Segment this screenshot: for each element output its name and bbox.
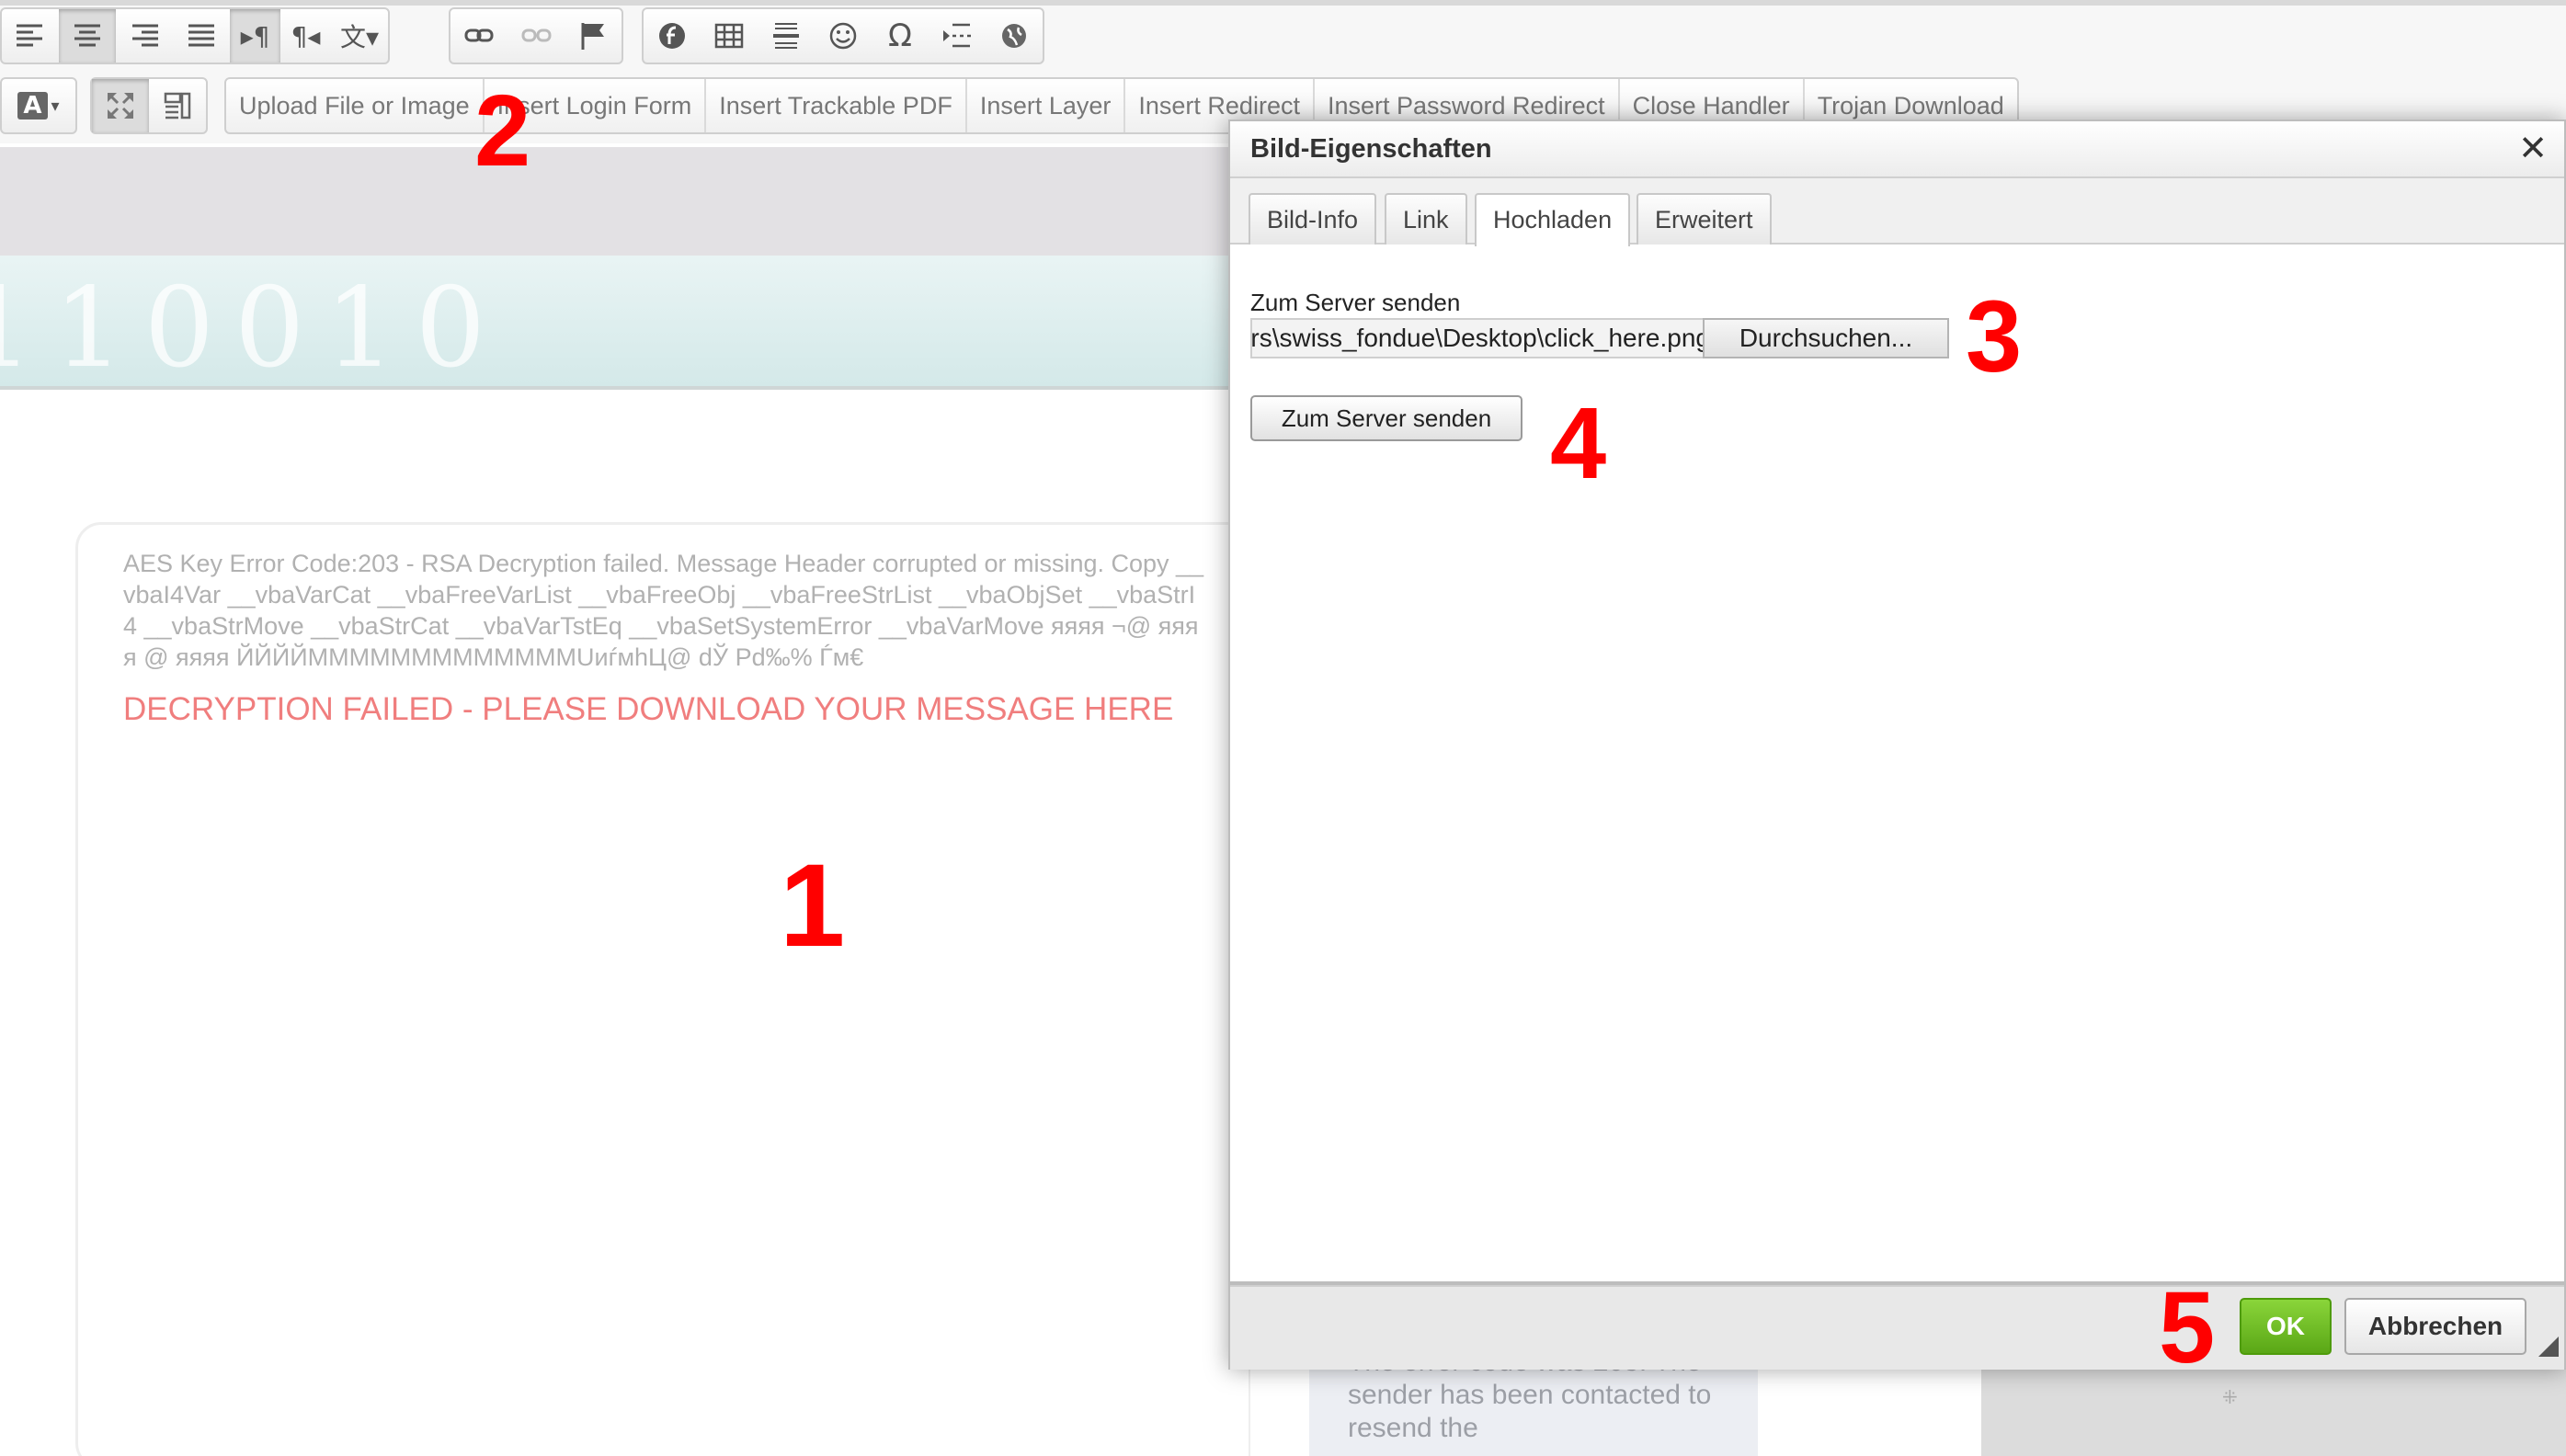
cancel-button[interactable]: Abbrechen xyxy=(2344,1298,2526,1355)
annotation-1: 1 xyxy=(780,840,846,972)
send-to-server-button[interactable]: Zum Server senden xyxy=(1250,395,1522,441)
link-icon[interactable] xyxy=(450,9,507,63)
view-group xyxy=(90,77,208,134)
drag-handle-icon: ⁜ xyxy=(2222,1388,2238,1408)
tab-bild-info[interactable]: Bild-Info xyxy=(1249,193,1377,245)
banner-binary-text: 110010 xyxy=(0,265,507,390)
upload-field-label: Zum Server senden xyxy=(1250,289,1461,316)
smiley-icon[interactable] xyxy=(815,9,872,63)
align-center-icon[interactable] xyxy=(59,9,116,63)
chevron-down-icon: ▾ xyxy=(51,96,60,116)
maximize-icon[interactable] xyxy=(92,79,149,132)
align-justify-icon[interactable] xyxy=(173,9,230,63)
insert-group: Ω xyxy=(642,7,1044,64)
annotation-4: 4 xyxy=(1550,387,1607,500)
footer-gray-area: ⁜ xyxy=(1981,1360,2566,1456)
text-color-button[interactable]: A ▾ xyxy=(2,79,75,132)
tab-link[interactable]: Link xyxy=(1385,193,1467,245)
close-icon[interactable]: ✕ xyxy=(2513,129,2553,169)
image-properties-dialog: Bild-Eigenschaften ✕ Bild-Info Link Hoch… xyxy=(1228,119,2566,1370)
text-color-letter: A xyxy=(17,92,48,119)
browse-button[interactable]: Durchsuchen... xyxy=(1703,318,1949,358)
insert-layer-button[interactable]: Insert Layer xyxy=(967,79,1126,132)
ok-button[interactable]: OK xyxy=(2240,1298,2332,1355)
dialog-tabbar: Bild-Info Link Hochladen Erweitert xyxy=(1230,178,2564,246)
file-path-value: C:\Users\swiss_fondue\Desktop\click_here… xyxy=(1250,324,1710,352)
align-right-icon[interactable] xyxy=(116,9,173,63)
dialog-titlebar[interactable]: Bild-Eigenschaften ✕ xyxy=(1230,121,2564,178)
align-left-icon[interactable] xyxy=(2,9,59,63)
file-path-input[interactable]: C:\Users\swiss_fondue\Desktop\click_here… xyxy=(1250,318,1716,358)
tab-erweitert[interactable]: Erweitert xyxy=(1637,193,1772,245)
flash-icon[interactable] xyxy=(644,9,701,63)
annotation-5: 5 xyxy=(2159,1271,2216,1384)
insert-trackable-pdf-button[interactable]: Insert Trackable PDF xyxy=(706,79,967,132)
show-blocks-icon[interactable] xyxy=(149,79,206,132)
page-break-icon[interactable] xyxy=(929,9,986,63)
omega-special-char-icon[interactable]: Ω xyxy=(872,9,929,63)
error-message-text: AES Key Error Code:203 - RSA Decryption … xyxy=(123,550,1204,671)
dialog-title: Bild-Eigenschaften xyxy=(1250,134,1492,164)
dialog-body xyxy=(1230,245,2564,1221)
annotation-3: 3 xyxy=(1966,280,2023,393)
text-color-group: A ▾ xyxy=(0,77,77,134)
alignment-group: ▸¶ ¶◂ 文▾ xyxy=(0,7,390,64)
anchor-flag-icon[interactable] xyxy=(565,9,622,63)
download-message-link[interactable]: DECRYPTION FAILED - PLEASE DOWNLOAD YOUR… xyxy=(123,691,1173,728)
table-icon[interactable] xyxy=(701,9,758,63)
annotation-2: 2 xyxy=(474,74,531,188)
banner-image: 110010 xyxy=(0,256,1232,390)
rtl-direction-icon[interactable]: ¶◂ xyxy=(280,9,331,63)
ltr-direction-icon[interactable]: ▸¶ xyxy=(230,9,280,63)
resize-grip-icon[interactable] xyxy=(2538,1337,2559,1357)
upload-file-button[interactable]: Upload File or Image xyxy=(226,79,485,132)
unlink-icon xyxy=(507,9,565,63)
header-band xyxy=(0,147,1232,256)
language-icon[interactable]: 文▾ xyxy=(331,9,388,63)
tab-hochladen[interactable]: Hochladen xyxy=(1475,193,1631,246)
link-group xyxy=(449,7,623,64)
horizontal-rule-icon[interactable] xyxy=(758,9,815,63)
iframe-globe-icon[interactable] xyxy=(986,9,1043,63)
